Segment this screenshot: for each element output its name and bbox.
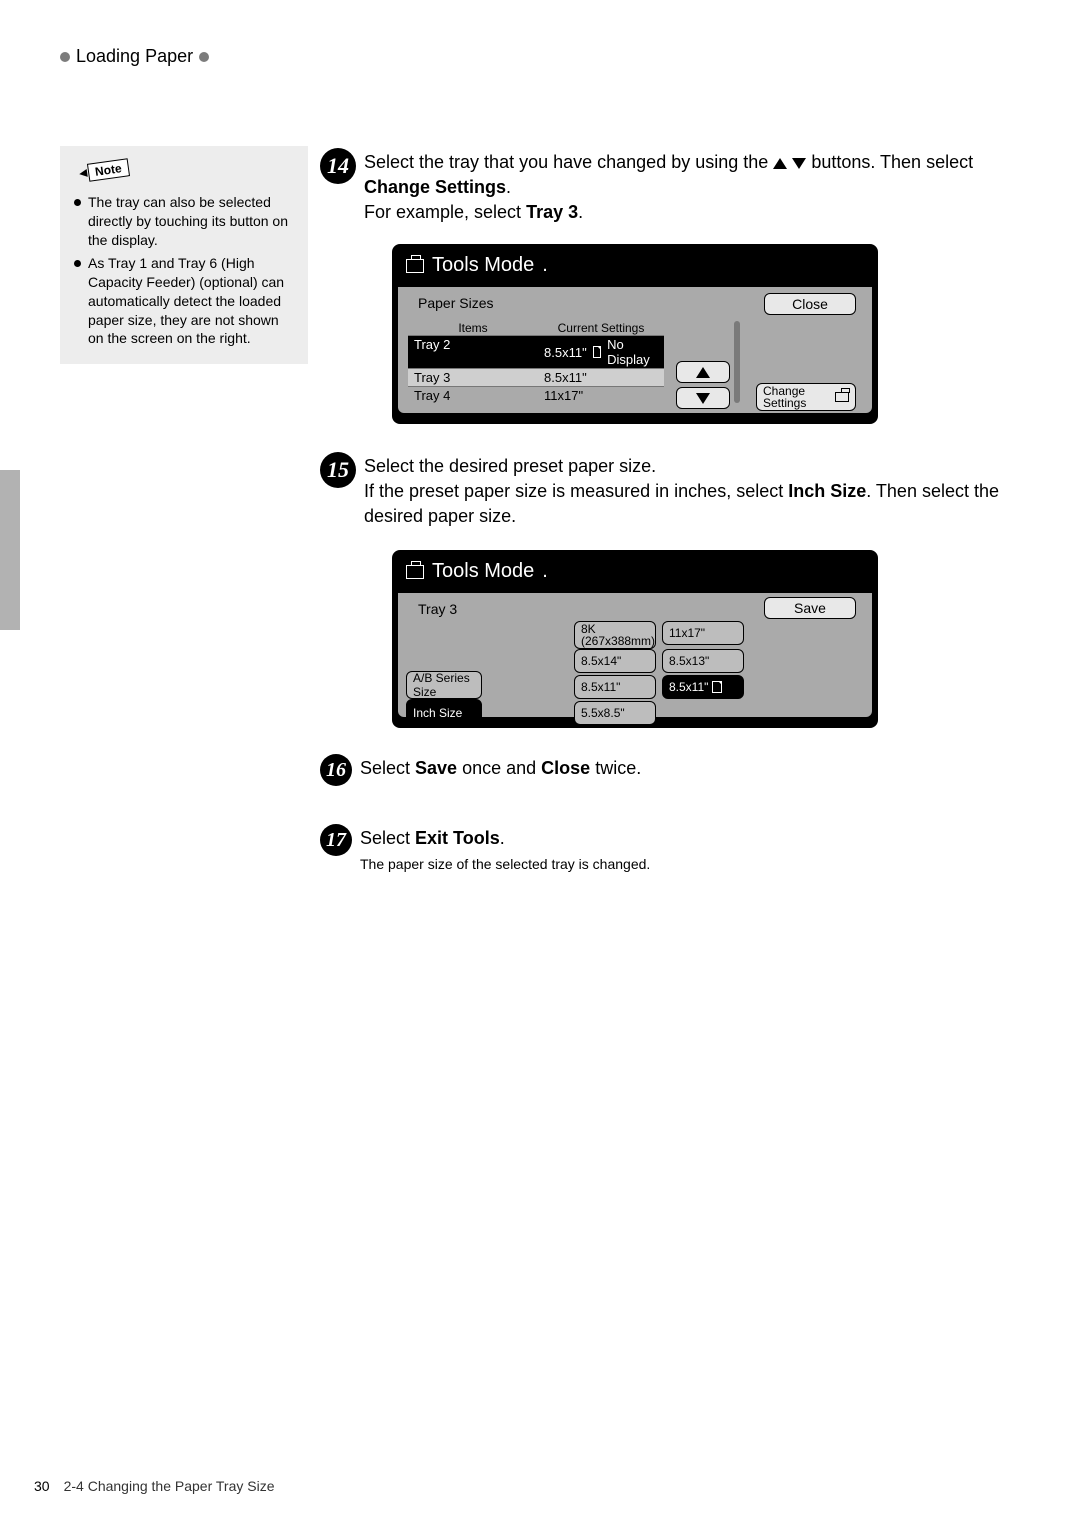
tools-mode-screen-2: Tools Mode. Tray 3 Save A/B Series Size …: [392, 550, 878, 728]
step-number-badge: 16: [320, 754, 352, 786]
text: buttons. Then select: [811, 152, 973, 172]
list-headers: Items Current Settings: [408, 321, 664, 335]
col-header-items: Items: [408, 321, 538, 335]
tab-icon: [835, 392, 849, 402]
change-settings-button[interactable]: Change Settings: [756, 383, 856, 411]
step-body: Select the desired preset paper size. If…: [364, 454, 1020, 530]
setting-size: 8.5x11": [544, 370, 587, 385]
bold-text: Save: [415, 758, 457, 778]
step-17: 17 Select Exit Tools. The paper size of …: [320, 826, 1020, 875]
page-footer: 30 2-4 Changing the Paper Tray Size: [34, 1478, 274, 1494]
text: .: [578, 202, 583, 222]
tray-list: Items Current Settings Tray 2 8.5x11" No…: [408, 321, 664, 404]
dot: .: [542, 560, 548, 583]
col-header-current: Current Settings: [538, 321, 664, 335]
text: For example, select: [364, 202, 526, 222]
page-icon: [593, 346, 601, 358]
size-option-85x13[interactable]: 8.5x13": [662, 649, 744, 673]
bold-text: Change Settings: [364, 177, 506, 197]
note-block: Note The tray can also be selected direc…: [60, 146, 308, 364]
text: twice.: [590, 758, 641, 778]
step-15: 15 Select the desired preset paper size.…: [320, 454, 1020, 530]
bold-text: Exit Tools: [415, 828, 500, 848]
step-number-badge: 14: [320, 148, 356, 184]
triangle-up-icon: [773, 158, 787, 169]
close-button[interactable]: Close: [764, 293, 856, 315]
text: Select the tray that you have changed by…: [364, 152, 773, 172]
running-header: Loading Paper: [60, 46, 209, 67]
triangle-down-icon: [696, 393, 710, 404]
change-settings-label: Change Settings: [763, 385, 829, 409]
dot: .: [542, 254, 548, 277]
scrollbar[interactable]: [734, 321, 740, 403]
inch-size-button[interactable]: Inch Size: [406, 699, 482, 727]
step-number-badge: 17: [320, 824, 352, 856]
size-option-85x11[interactable]: 8.5x11": [574, 675, 656, 699]
step-body: Select Exit Tools. The paper size of the…: [360, 826, 1020, 875]
triangle-up-icon: [696, 367, 710, 378]
bullet-icon: [60, 52, 70, 62]
ab-series-button[interactable]: A/B Series Size: [406, 671, 482, 699]
text: once and: [457, 758, 541, 778]
text: .: [500, 828, 505, 848]
setting-extra: No Display: [607, 337, 658, 367]
screen-panel: Tray 3 Save A/B Series Size Inch Size 8K…: [398, 593, 872, 717]
size-option-11x17[interactable]: 11x17": [662, 621, 744, 645]
setting-size: 8.5x11": [544, 345, 587, 360]
gutter-tab: [0, 470, 20, 630]
bold-text: Tray 3: [526, 202, 578, 222]
setting-size: 11x17": [544, 388, 583, 403]
tray-row-tray4[interactable]: Tray 4 11x17": [408, 386, 664, 404]
tray-setting: 8.5x11" No Display: [544, 337, 658, 367]
step-number-badge: 15: [320, 452, 356, 488]
screen-title-text: Tools Mode: [432, 254, 534, 277]
note-tag: Note: [87, 158, 130, 182]
size-option-8k[interactable]: 8K (267x388mm): [574, 621, 656, 649]
bold-text: Inch Size: [788, 481, 866, 501]
step-subtext: The paper size of the selected tray is c…: [360, 855, 1020, 875]
text: .: [506, 177, 511, 197]
note-item: The tray can also be selected directly b…: [74, 193, 294, 250]
tray-row-tray3[interactable]: Tray 3 8.5x11": [408, 368, 664, 386]
step-body: Select Save once and Close twice.: [360, 756, 1020, 781]
size-option-55x85[interactable]: 5.5x8.5": [574, 701, 656, 725]
tray-setting: 8.5x11": [544, 370, 658, 385]
tools-mode-screen-1: Tools Mode. Paper Sizes Close Items Curr…: [392, 244, 878, 424]
screen-title: Tools Mode.: [392, 550, 878, 593]
scroll-down-button[interactable]: [676, 387, 730, 409]
page-icon: [712, 681, 722, 693]
screen-title-text: Tools Mode: [432, 560, 534, 583]
tray-name: Tray 2: [414, 337, 544, 367]
size-option-85x11-landscape[interactable]: 8.5x11": [662, 675, 744, 699]
text: Select: [360, 758, 415, 778]
text: If the preset paper size is measured in …: [364, 481, 788, 501]
scroll-up-button[interactable]: [676, 361, 730, 383]
page-number: 30: [34, 1478, 50, 1494]
toolbox-icon: [406, 565, 424, 579]
tray-name: Tray 3: [414, 370, 544, 385]
save-button[interactable]: Save: [764, 597, 856, 619]
tray-row-tray2[interactable]: Tray 2 8.5x11" No Display: [408, 335, 664, 368]
text: Select: [360, 828, 415, 848]
step-body: Select the tray that you have changed by…: [364, 150, 1020, 226]
text: Select the desired preset paper size.: [364, 456, 656, 476]
opt-line2: (267x388mm): [581, 635, 655, 647]
size-option-85x14[interactable]: 8.5x14": [574, 649, 656, 673]
bullet-icon: [199, 52, 209, 62]
screen-title: Tools Mode.: [392, 244, 878, 287]
step-16: 16 Select Save once and Close twice.: [320, 756, 1020, 781]
opt-text: 8.5x11": [669, 680, 708, 694]
section-title: 2-4 Changing the Paper Tray Size: [64, 1478, 275, 1494]
toolbox-icon: [406, 259, 424, 273]
triangle-down-icon: [792, 158, 806, 169]
header-title: Loading Paper: [76, 46, 193, 67]
screen-panel: Paper Sizes Close Items Current Settings…: [398, 287, 872, 413]
bold-text: Close: [541, 758, 590, 778]
tray-setting: 11x17": [544, 388, 658, 403]
tray-name: Tray 4: [414, 388, 544, 403]
step-14: 14 Select the tray that you have changed…: [320, 150, 1020, 226]
note-item: As Tray 1 and Tray 6 (High Capacity Feed…: [74, 254, 294, 348]
